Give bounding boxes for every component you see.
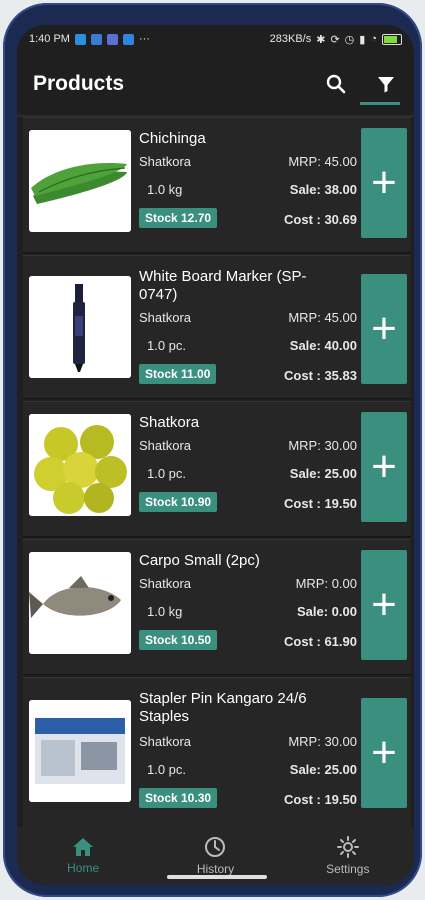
wifi-icon: ◔ <box>370 33 377 45</box>
battery-icon <box>382 33 402 45</box>
search-button[interactable] <box>324 72 348 96</box>
product-mrp: MRP: 45.00 <box>288 310 357 325</box>
gear-icon <box>336 836 359 858</box>
sync-icon: ⟳ <box>330 33 340 46</box>
app-bar: Products <box>17 53 414 117</box>
home-icon <box>73 838 94 856</box>
product-cost: Cost : 19.50 <box>284 792 357 807</box>
product-name: Chichinga <box>139 130 206 147</box>
product-card[interactable]: Chichinga Shatkora MRP: 45.00 1.0 kg Sal… <box>23 117 411 253</box>
product-card[interactable]: Shatkora Shatkora MRP: 30.00 1.0 pc. Sal… <box>23 401 411 537</box>
product-location: Shatkora <box>139 438 192 453</box>
product-quantity: 1.0 pc. <box>147 762 187 777</box>
more-notifications: ··· <box>138 33 150 45</box>
alarm-icon: ◷ <box>344 33 355 46</box>
stock-badge: Stock 11.00 <box>139 364 217 384</box>
product-quantity: 1.0 kg <box>147 604 183 619</box>
product-name: Shatkora <box>139 414 200 431</box>
stock-badge: Stock 12.70 <box>139 208 218 228</box>
product-cost: Cost : 61.90 <box>284 634 357 649</box>
product-card[interactable]: Stapler Pin Kangaro 24/6 Staples Shatkor… <box>23 677 411 827</box>
ridge-gourd-image <box>29 130 131 232</box>
product-card[interactable]: White Board Marker (SP-0747) Shatkora MR… <box>23 255 411 399</box>
stock-badge: Stock 10.30 <box>139 788 218 808</box>
bottom-navigation: Home History Settings <box>17 827 414 885</box>
status-time: 1:40 PM <box>29 33 70 45</box>
product-name: Stapler Pin Kangaro 24/6 Staples <box>139 690 307 725</box>
product-sale-price: Sale: 38.00 <box>289 182 357 197</box>
product-image <box>29 700 131 802</box>
product-name: Carpo Small (2pc) <box>139 552 260 569</box>
add-to-cart-button[interactable]: + <box>361 698 407 808</box>
stock-badge: Stock 10.90 <box>139 492 218 512</box>
product-quantity: 1.0 pc. <box>147 338 187 353</box>
filter-indicator <box>360 102 400 105</box>
product-card[interactable]: Carpo Small (2pc) Shatkora MRP: 0.00 1.0… <box>23 539 411 675</box>
history-icon <box>205 837 226 857</box>
page-title: Products <box>33 72 125 95</box>
telegram-icon <box>74 33 86 45</box>
filter-icon <box>378 77 394 93</box>
status-bar: 1:40 PM ··· 283KB/s ✱ ⟳ ◷ ▮ ◔ <box>17 25 414 53</box>
bluetooth-icon: ✱ <box>316 33 326 46</box>
add-to-cart-button[interactable]: + <box>361 274 407 384</box>
product-location: Shatkora <box>139 734 192 749</box>
marker-image <box>29 276 131 378</box>
product-image <box>29 414 131 516</box>
app-notification-icon <box>106 33 118 45</box>
product-mrp: MRP: 0.00 <box>295 576 357 591</box>
filter-button[interactable] <box>374 72 398 96</box>
network-speed: 283KB/s <box>269 33 312 45</box>
product-sale-price: Sale: 25.00 <box>289 762 357 777</box>
product-list[interactable]: Chichinga Shatkora MRP: 45.00 1.0 kg Sal… <box>17 117 414 827</box>
product-cost: Cost : 19.50 <box>284 496 357 511</box>
add-to-cart-button[interactable]: + <box>361 412 407 522</box>
signal-icon: ▮ <box>359 33 366 46</box>
message-icon <box>122 33 134 45</box>
nav-history-label: History <box>196 862 235 876</box>
product-name: White Board Marker (SP-0747) <box>139 268 307 303</box>
product-quantity: 1.0 pc. <box>147 466 187 481</box>
add-to-cart-button[interactable]: + <box>361 550 407 660</box>
product-image <box>29 276 131 378</box>
stock-badge: Stock 10.50 <box>139 630 218 650</box>
product-location: Shatkora <box>139 154 192 169</box>
gesture-bar[interactable] <box>167 875 267 879</box>
product-sale-price: Sale: 0.00 <box>297 604 357 619</box>
add-to-cart-button[interactable]: + <box>361 128 407 238</box>
product-location: Shatkora <box>139 576 192 591</box>
messenger-icon <box>90 33 102 45</box>
app-screen: 1:40 PM ··· 283KB/s ✱ ⟳ ◷ ▮ ◔ Products C… <box>17 25 414 885</box>
product-mrp: MRP: 30.00 <box>288 438 357 453</box>
product-cost: Cost : 30.69 <box>284 212 357 227</box>
product-cost: Cost : 35.83 <box>284 368 357 383</box>
fish-image <box>29 552 131 654</box>
product-sale-price: Sale: 25.00 <box>289 466 357 481</box>
stapler-pin-image <box>29 700 131 802</box>
product-mrp: MRP: 45.00 <box>288 154 357 169</box>
nav-history[interactable]: History <box>165 836 265 876</box>
phone-frame: 1:40 PM ··· 283KB/s ✱ ⟳ ◷ ▮ ◔ Products C… <box>3 3 422 897</box>
product-image <box>29 552 131 654</box>
product-mrp: MRP: 30.00 <box>288 734 357 749</box>
nav-home[interactable]: Home <box>33 837 133 875</box>
product-location: Shatkora <box>139 310 192 325</box>
product-image <box>29 130 131 232</box>
product-sale-price: Sale: 40.00 <box>289 338 357 353</box>
nav-settings-label: Settings <box>326 862 370 876</box>
product-quantity: 1.0 kg <box>147 182 183 197</box>
citrus-image <box>29 414 131 516</box>
nav-home-label: Home <box>67 861 100 875</box>
search-icon <box>326 74 346 94</box>
nav-settings[interactable]: Settings <box>298 836 398 876</box>
